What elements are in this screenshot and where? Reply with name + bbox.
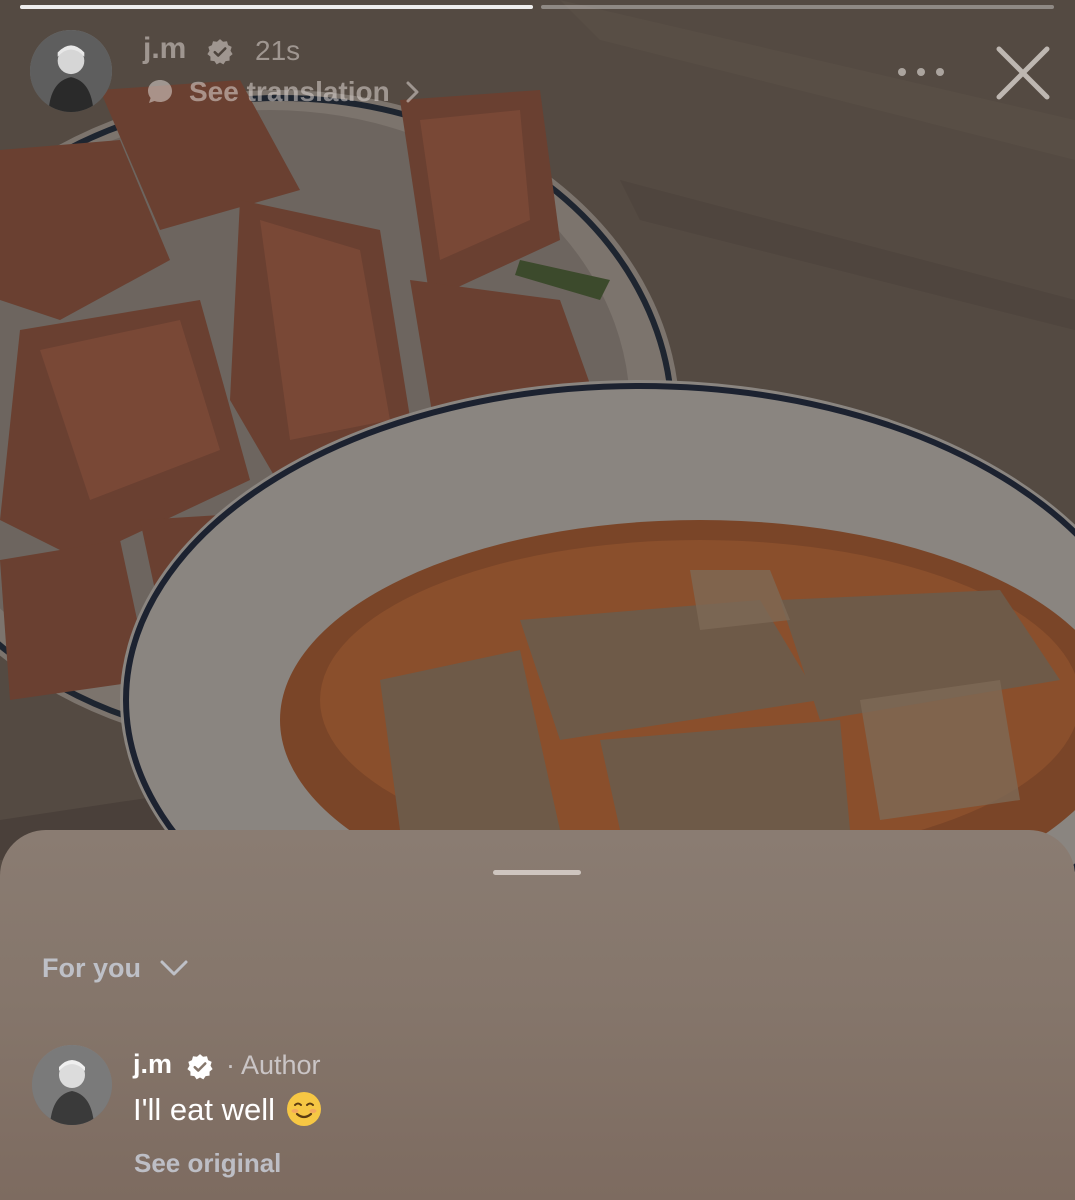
header-avatar[interactable] bbox=[30, 30, 112, 112]
author-tag: · Author bbox=[226, 1050, 321, 1080]
story-timestamp: 21s bbox=[255, 35, 301, 66]
chevron-right-icon bbox=[406, 81, 419, 103]
verified-badge-icon bbox=[186, 1053, 214, 1081]
comment-filter-label: For you bbox=[42, 952, 141, 983]
see-translation-label: See translation bbox=[189, 76, 390, 107]
speech-bubble-icon bbox=[148, 80, 172, 103]
story-progress-bar-2 bbox=[541, 5, 1054, 9]
see-original-button[interactable]: See original bbox=[134, 1148, 281, 1179]
comment-avatar[interactable] bbox=[32, 1045, 112, 1125]
comment-body: I'll eat well bbox=[133, 1090, 323, 1131]
smiling-face-emoji bbox=[285, 1090, 323, 1128]
see-translation-button[interactable]: See translation bbox=[145, 74, 422, 110]
close-icon[interactable] bbox=[995, 45, 1051, 101]
verified-badge-icon bbox=[206, 38, 234, 66]
comment-username[interactable]: j.m bbox=[133, 1049, 172, 1080]
more-dots-icon[interactable] bbox=[898, 58, 944, 86]
comment-filter-dropdown[interactable]: For you bbox=[42, 950, 189, 986]
story-progress-bar-1 bbox=[20, 5, 533, 9]
chevron-down-icon bbox=[160, 960, 188, 976]
comments-sheet: For you j.m · Author I'll eat well See o… bbox=[0, 830, 1075, 1200]
comment-text: I'll eat well bbox=[133, 1092, 276, 1127]
header-username[interactable]: j.m bbox=[143, 32, 186, 66]
sheet-drag-handle[interactable] bbox=[493, 870, 581, 875]
